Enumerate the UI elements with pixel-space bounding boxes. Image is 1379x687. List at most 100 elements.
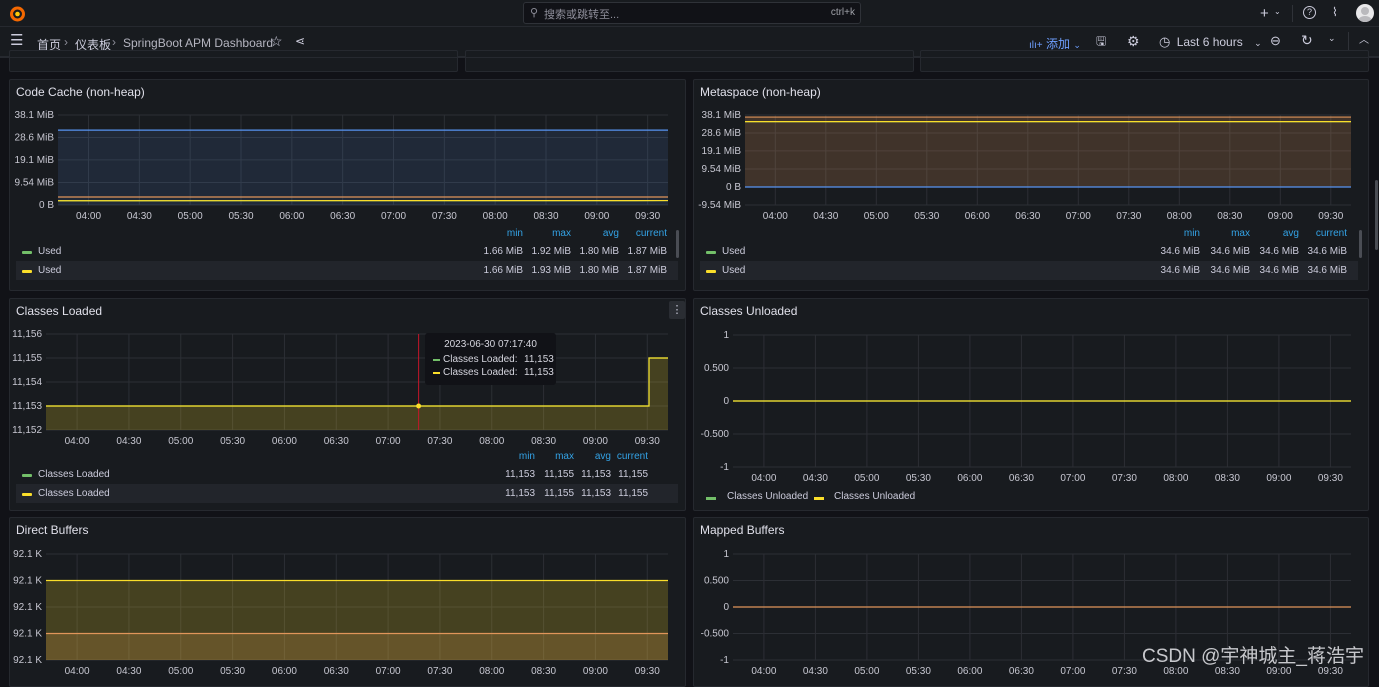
legend-current-value: 34.6 MiB [1299, 246, 1347, 257]
x-tick-label: 04:00 [751, 473, 776, 484]
legend-current-value: 11,155 [600, 488, 648, 499]
legend-scrollbar[interactable] [676, 230, 679, 258]
refresh-icon[interactable]: ↻ [1301, 33, 1313, 47]
panel-classes-loaded: Classes Loaded ⋮ 11,15211,15311,15411,15… [9, 298, 686, 511]
x-tick-label: 06:00 [965, 211, 990, 222]
legend-row[interactable]: Classes Loaded11,15311,15511,15311,155 [16, 465, 678, 484]
series-area [745, 117, 1351, 187]
page-scrollbar[interactable] [1375, 180, 1378, 250]
code-cache-chart[interactable]: 0 B9.54 MiB19.1 MiB28.6 MiB38.1 MiB04:00… [10, 80, 687, 230]
x-tick-label: 06:00 [957, 473, 982, 484]
x-tick-label: 08:30 [531, 666, 556, 677]
search-icon: ⚲ [530, 6, 538, 19]
x-tick-label: 05:00 [854, 473, 879, 484]
legend-swatch [22, 270, 32, 273]
legend-header-max[interactable]: max [1202, 228, 1250, 239]
legend-series-name[interactable]: Used [38, 265, 61, 276]
x-tick-label: 07:30 [1112, 666, 1137, 677]
grafana-logo-icon[interactable] [9, 5, 26, 22]
legend-row[interactable]: Used34.6 MiB34.6 MiB34.6 MiB34.6 MiB [700, 261, 1358, 280]
y-tick-label: 11,155 [12, 353, 42, 364]
panel-partial [465, 50, 914, 72]
legend-header-current[interactable]: current [1299, 228, 1347, 239]
x-tick-label: 04:30 [813, 211, 838, 222]
x-tick-label: 05:30 [228, 211, 253, 222]
legend-row[interactable]: Classes Loaded11,15311,15511,15311,155 [16, 484, 678, 503]
keyboard-shortcut: ctrl+k [831, 7, 855, 18]
x-tick-label: 05:30 [220, 666, 245, 677]
legend-swatch [22, 493, 32, 496]
collapse-icon[interactable]: ︿ [1359, 36, 1369, 46]
x-tick-label: 06:30 [324, 436, 349, 447]
legend-row[interactable]: Used1.66 MiB1.92 MiB1.80 MiB1.87 MiB [16, 242, 678, 261]
tooltip-value: 11,153 [524, 367, 554, 378]
x-tick-label: 05:00 [168, 666, 193, 677]
legend-item[interactable]: Classes Unloaded [834, 491, 915, 502]
star-icon[interactable]: ☆ [270, 34, 283, 48]
legend-header-current[interactable]: current [600, 451, 648, 462]
legend-row[interactable]: Used1.66 MiB1.93 MiB1.80 MiB1.87 MiB [16, 261, 678, 280]
legend-row[interactable]: Used34.6 MiB34.6 MiB34.6 MiB34.6 MiB [700, 242, 1358, 261]
x-tick-label: 09:30 [1318, 473, 1343, 484]
x-tick-label: 08:00 [1167, 211, 1192, 222]
y-tick-label: 11,153 [12, 401, 42, 412]
legend-avg-value: 34.6 MiB [1251, 246, 1299, 257]
legend-header-current[interactable]: current [619, 228, 667, 239]
legend-series-name[interactable]: Used [722, 246, 745, 257]
avatar[interactable] [1356, 4, 1374, 22]
share-icon[interactable]: ⋖ [295, 35, 305, 47]
legend-header-min[interactable]: min [475, 228, 523, 239]
rss-icon[interactable]: ⌇ [1332, 6, 1338, 18]
legend-header-avg[interactable]: avg [571, 228, 619, 239]
legend-current-value: 11,155 [600, 469, 648, 480]
legend-series-name[interactable]: Classes Loaded [38, 469, 110, 480]
chevron-down-icon[interactable]: ⌄ [1274, 8, 1281, 16]
legend-swatch [706, 497, 716, 500]
legend-swatch [706, 251, 716, 254]
legend-min-value: 1.66 MiB [475, 265, 523, 276]
x-tick-label: 07:30 [1116, 211, 1141, 222]
zoom-out-icon[interactable]: ⊖ [1270, 34, 1281, 47]
x-tick-label: 04:30 [803, 666, 828, 677]
save-icon[interactable]: 🖫 [1096, 35, 1106, 47]
y-tick-label: 28.6 MiB [702, 128, 742, 139]
x-tick-label: 08:00 [479, 666, 504, 677]
y-tick-label: 1 [723, 330, 729, 341]
legend-header-avg[interactable]: avg [1251, 228, 1299, 239]
plus-icon[interactable]: + [1260, 6, 1269, 21]
legend-series-name[interactable]: Used [38, 246, 61, 257]
y-tick-label: 0 B [726, 182, 741, 193]
legend-series-name[interactable]: Used [722, 265, 745, 276]
x-tick-label: 08:30 [533, 211, 558, 222]
legend-item[interactable]: Classes Unloaded [727, 491, 808, 502]
tooltip-label: Classes Loaded: [443, 367, 518, 378]
breadcrumb-dashboard-title: SpringBoot APM Dashboard [123, 36, 273, 50]
watermark: CSDN @宇神城主_蒋浩宇 [1142, 641, 1364, 668]
classes-loaded-chart[interactable]: 11,15211,15311,15411,15511,15604:0004:30… [10, 299, 687, 454]
x-tick-label: 04:00 [65, 436, 90, 447]
help-icon[interactable]: ? [1303, 6, 1316, 19]
y-tick-label: 0 [723, 396, 729, 407]
legend-header-min[interactable]: min [1152, 228, 1200, 239]
x-tick-label: 07:00 [376, 436, 401, 447]
menu-icon[interactable]: ☰ [10, 33, 23, 48]
search-input[interactable]: ⚲ 搜索或跳转至... ctrl+k [523, 2, 861, 24]
time-picker[interactable]: ◷ Last 6 hours ⌄ [1159, 34, 1262, 50]
legend-header-max[interactable]: max [523, 228, 571, 239]
x-tick-label: 07:00 [1060, 666, 1085, 677]
gear-icon[interactable]: ⚙ [1127, 34, 1140, 48]
legend-series-name[interactable]: Classes Loaded [38, 488, 110, 499]
y-tick-label: 0.500 [704, 576, 729, 587]
breadcrumb-separator: › [64, 35, 68, 49]
legend-avg-value: 1.80 MiB [571, 246, 619, 257]
classes-unloaded-chart[interactable]: -1-0.50000.500104:0004:3005:0005:3006:00… [694, 299, 1370, 489]
x-tick-label: 06:30 [330, 211, 355, 222]
direct-buffers-chart[interactable]: 92.1 K92.1 K92.1 K92.1 K92.1 K04:0004:30… [10, 518, 687, 678]
x-tick-label: 06:00 [272, 666, 297, 677]
legend-swatch [22, 474, 32, 477]
x-tick-label: 04:30 [116, 666, 141, 677]
chevron-down-icon[interactable]: ⌄ [1328, 34, 1336, 43]
x-tick-label: 04:30 [803, 473, 828, 484]
legend-scrollbar[interactable] [1359, 230, 1362, 258]
metaspace-chart[interactable]: -9.54 MiB0 B9.54 MiB19.1 MiB28.6 MiB38.1… [694, 80, 1370, 230]
